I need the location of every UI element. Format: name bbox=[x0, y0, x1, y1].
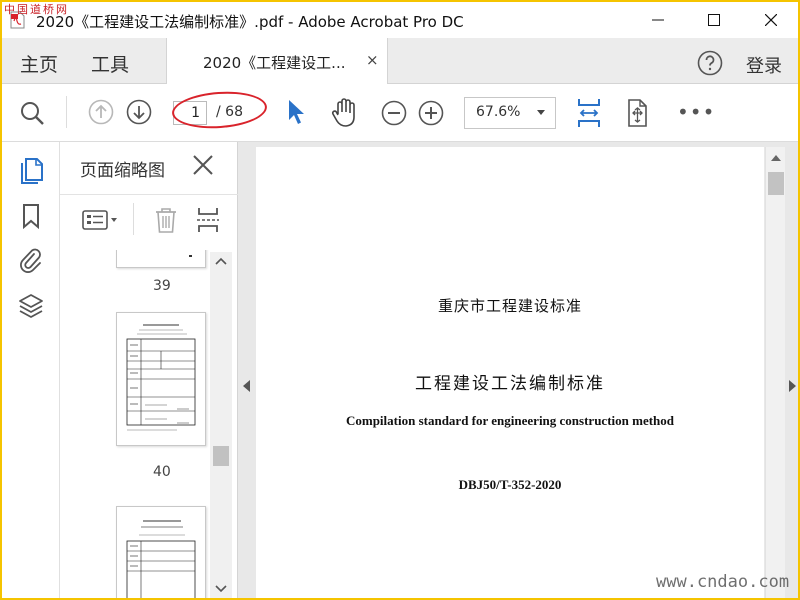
bookmark-icon[interactable] bbox=[17, 202, 45, 230]
hand-tool-button[interactable] bbox=[328, 95, 362, 129]
minimize-button[interactable] bbox=[635, 2, 681, 38]
expand-right-panel-icon[interactable] bbox=[789, 380, 796, 392]
scroll-up-icon[interactable] bbox=[210, 254, 232, 268]
document-code: DBJ50/T-352-2020 bbox=[458, 477, 562, 492]
scroll-up-icon[interactable] bbox=[771, 155, 781, 161]
thumbnails-scrollbar[interactable] bbox=[210, 252, 232, 598]
window-title: 2020《工程建设工法编制标准》.pdf - Adobe Acrobat Pro… bbox=[36, 13, 464, 31]
next-page-button[interactable] bbox=[124, 97, 154, 127]
document-org: 重庆市工程建设标准 bbox=[437, 297, 582, 315]
close-window-button[interactable] bbox=[748, 2, 794, 38]
thumbnails-list: 39 40 bbox=[60, 250, 210, 598]
fit-page-button[interactable] bbox=[574, 96, 604, 130]
insert-page-icon bbox=[197, 208, 219, 232]
page-thumbnails-icon[interactable] bbox=[17, 156, 45, 184]
document-english-title: Compilation standard for engineering con… bbox=[345, 413, 674, 428]
page-thumbnail[interactable] bbox=[116, 506, 206, 598]
arrow-down-circle-icon bbox=[126, 99, 152, 125]
navigation-rail bbox=[2, 142, 60, 598]
collapse-left-panel-icon[interactable] bbox=[243, 380, 250, 392]
paperclip-icon[interactable] bbox=[17, 246, 45, 274]
fit-page-icon bbox=[578, 99, 600, 127]
maximize-icon bbox=[708, 14, 720, 26]
hand-icon bbox=[331, 98, 355, 127]
page-thumbnail[interactable] bbox=[116, 250, 206, 268]
page-thumbnail[interactable] bbox=[116, 312, 206, 446]
zoom-level-select[interactable]: 67.6% bbox=[464, 97, 556, 129]
layers-icon[interactable] bbox=[17, 292, 45, 320]
thumbnails-toolbar bbox=[60, 194, 238, 246]
close-tab-button[interactable]: × bbox=[366, 51, 379, 69]
select-tool-button[interactable] bbox=[282, 96, 310, 128]
toolbar-divider bbox=[66, 96, 67, 128]
highlight-annotation bbox=[170, 88, 269, 132]
scrollbar-thumb[interactable] bbox=[768, 172, 784, 195]
zoom-in-icon bbox=[418, 100, 444, 126]
cursor-arrow-icon bbox=[289, 100, 304, 124]
tab-home[interactable]: 主页 bbox=[20, 50, 58, 77]
maximize-button[interactable] bbox=[691, 2, 737, 38]
close-panel-icon[interactable] bbox=[192, 154, 214, 176]
scrollbar-thumb[interactable] bbox=[213, 446, 229, 466]
page-preview-form bbox=[126, 520, 196, 598]
document-title: 工程建设工法编制标准 bbox=[415, 374, 605, 394]
tab-document[interactable]: 2020《工程建设工... × bbox=[166, 38, 388, 84]
search-icon bbox=[21, 102, 44, 125]
rotate-view-button[interactable] bbox=[622, 96, 652, 130]
insert-page-button[interactable] bbox=[194, 205, 222, 235]
page-number-label: 39 bbox=[153, 278, 171, 294]
previous-page-button[interactable] bbox=[86, 97, 116, 127]
main-toolbar: 1 / 68 67.6% ••• bbox=[2, 84, 798, 142]
acrobat-window: 2020《工程建设工法编制标准》.pdf - Adobe Acrobat Pro… bbox=[2, 2, 798, 598]
scroll-down-icon[interactable] bbox=[210, 582, 232, 596]
delete-page-button[interactable] bbox=[152, 205, 180, 235]
page-thumbnails-panel: 页面缩略图 39 40 bbox=[60, 142, 238, 598]
more-tools-button[interactable]: ••• bbox=[677, 100, 715, 124]
zoom-out-button[interactable] bbox=[379, 98, 409, 128]
thumbnail-options-button[interactable] bbox=[80, 205, 120, 235]
help-icon[interactable] bbox=[697, 50, 723, 76]
zoom-level-value: 67.6% bbox=[476, 104, 521, 120]
close-icon bbox=[765, 14, 777, 26]
login-button[interactable]: 登录 bbox=[746, 52, 782, 78]
minimize-icon bbox=[652, 19, 664, 21]
tab-tools[interactable]: 工具 bbox=[91, 50, 129, 77]
tab-bar: 主页 工具 2020《工程建设工... × 登录 bbox=[2, 38, 798, 84]
zoom-in-button[interactable] bbox=[416, 98, 446, 128]
pdf-page: 重庆市工程建设标准 工程建设工法编制标准 Compilation standar… bbox=[256, 147, 764, 598]
panel-title: 页面缩略图 bbox=[80, 161, 165, 181]
page-number-label: 40 bbox=[153, 464, 171, 480]
zoom-out-icon bbox=[381, 100, 407, 126]
chevron-down-icon bbox=[537, 110, 545, 115]
arrow-up-circle-icon bbox=[88, 99, 114, 125]
list-options-icon bbox=[82, 210, 117, 230]
title-bar: 2020《工程建设工法编制标准》.pdf - Adobe Acrobat Pro… bbox=[2, 2, 798, 38]
document-tab-label: 2020《工程建设工... bbox=[203, 54, 346, 72]
trash-icon bbox=[156, 208, 176, 233]
page-arrows-icon bbox=[628, 99, 647, 127]
watermark-top-left: 中国道桥网 bbox=[4, 3, 69, 16]
page-preview-form bbox=[126, 324, 196, 431]
document-scrollbar[interactable] bbox=[765, 147, 785, 598]
document-viewer[interactable]: 重庆市工程建设标准 工程建设工法编制标准 Compilation standar… bbox=[238, 142, 798, 598]
panel-divider bbox=[133, 203, 134, 235]
watermark-bottom-right: www.cndao.com bbox=[656, 572, 790, 592]
search-button[interactable] bbox=[16, 97, 48, 129]
